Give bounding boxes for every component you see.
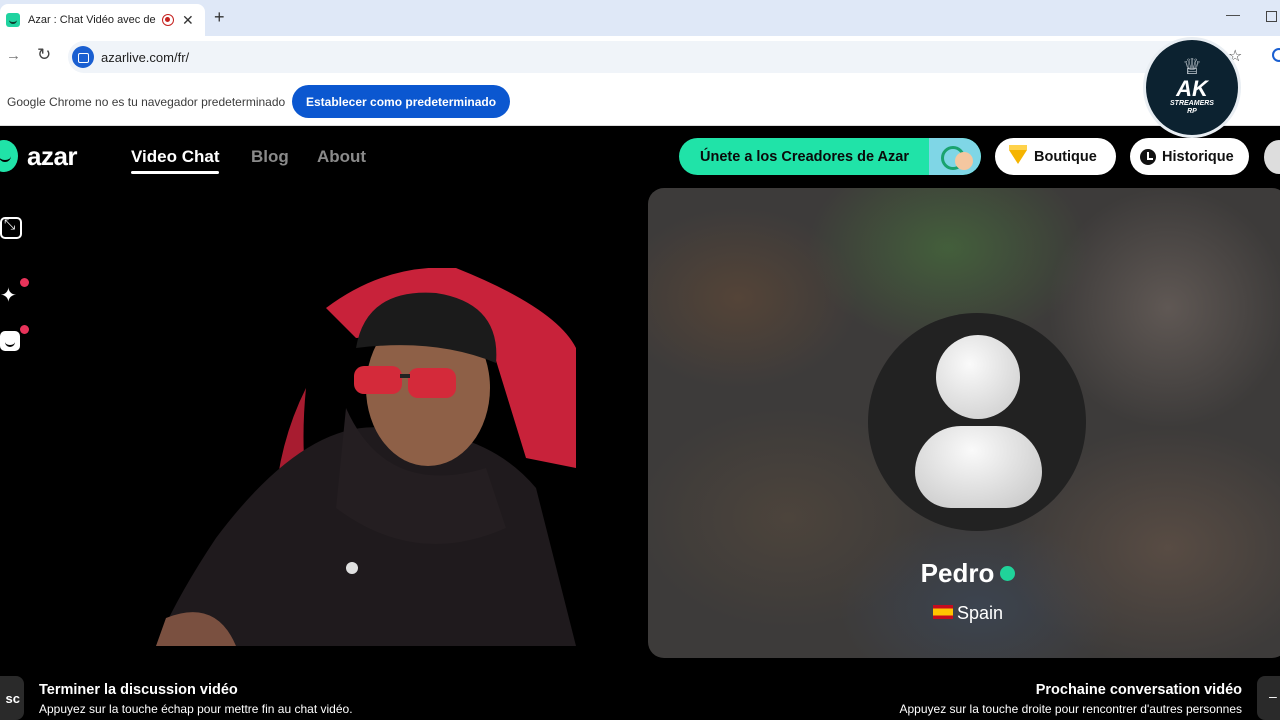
partner-country-row: Spain [648,603,1280,624]
maximize-window-icon[interactable] [1266,11,1277,22]
nav-about[interactable]: About [317,147,366,167]
user-profile-icon[interactable] [1264,140,1280,174]
spain-flag-icon [932,605,953,620]
esc-key-hint[interactable]: sc [0,676,24,720]
site-info-icon[interactable] [72,46,94,68]
partner-name: Pedro [920,558,995,588]
logo-text: azar [27,140,78,171]
infobar-text: Google Chrome no es tu navegador predete… [7,95,286,109]
azar-favicon-icon [6,13,20,27]
join-creators-label: Únete a los Creadores de Azar [700,148,909,165]
clock-icon [1140,148,1156,165]
forward-icon[interactable]: → [6,47,21,64]
next-chat-description: Appuyez sur la touche droite pour rencon… [899,702,1243,716]
gem-icon [1009,144,1027,164]
join-creators-button[interactable]: Únete a los Creadores de Azar [679,138,981,175]
face-icon[interactable] [0,331,20,351]
avatar-body-icon [915,426,1042,508]
url-text: azarlive.com/fr/ [101,49,190,65]
set-default-button[interactable]: Establecer como predeterminado [292,85,511,118]
self-camera-video [156,268,576,646]
browser-toolbar: → ↻ azarlive.com/fr/ ☆ [0,36,1280,78]
next-chat-title: Prochaine conversation vidéo [1035,682,1242,698]
tab-title: Azar : Chat Vidéo avec de n [28,14,156,26]
avatar-head-icon [936,335,1020,419]
creators-illustration-icon [929,138,981,175]
partner-video-panel: Pedro Spain [648,188,1280,658]
watermark-sub-text-2: RP [1187,107,1197,115]
end-chat-title: Terminer la discussion vidéo [39,682,238,698]
partner-name-row: Pedro [648,558,1280,589]
browser-tab[interactable]: Azar : Chat Vidéo avec de n ✕ [0,4,205,36]
historique-button[interactable]: Historique [1130,138,1249,175]
notification-dot [20,325,29,334]
watermark-sub-text: STREAMERS [1170,99,1214,107]
streamer-watermark-logo: ♕ AK STREAMERS RP [1143,37,1241,138]
minimize-icon[interactable] [0,216,22,239]
boutique-label: Boutique [1034,148,1097,165]
right-arrow-key-hint[interactable]: – [1257,676,1280,720]
recording-icon [162,14,174,26]
nav-video-chat[interactable]: Video Chat [131,147,220,174]
azar-logo[interactable]: azar [0,140,78,172]
nav-blog[interactable]: Blog [251,147,289,167]
partner-country: Spain [956,603,1004,623]
tab-close-icon[interactable]: ✕ [182,12,194,29]
new-tab-icon[interactable]: + [214,7,225,28]
historique-label: Historique [1162,148,1234,165]
site-header: azar Video Chat Blog About Únete a los C… [0,126,1280,188]
default-browser-infobar: Google Chrome no es tu navegador predete… [0,78,1280,126]
sparkle-icon[interactable]: ✦ [0,283,22,307]
address-bar[interactable]: azarlive.com/fr/ [68,41,1218,73]
partner-avatar [868,313,1086,531]
profile-icon[interactable] [1272,48,1280,62]
phoenix-icon: ♕ [1182,53,1202,79]
boutique-button[interactable]: Boutique [995,138,1116,175]
verified-icon [1000,565,1016,581]
watermark-main-text: AK [1176,75,1208,101]
minimize-window-icon[interactable]: — [1226,6,1240,22]
browser-tab-bar: Azar : Chat Vidéo avec de n ✕ + — [0,0,1280,36]
reload-icon[interactable]: ↻ [37,45,51,65]
azar-logo-icon [0,140,18,172]
notification-dot [20,278,29,287]
end-chat-description: Appuyez sur la touche échap pour mettre … [39,702,353,716]
